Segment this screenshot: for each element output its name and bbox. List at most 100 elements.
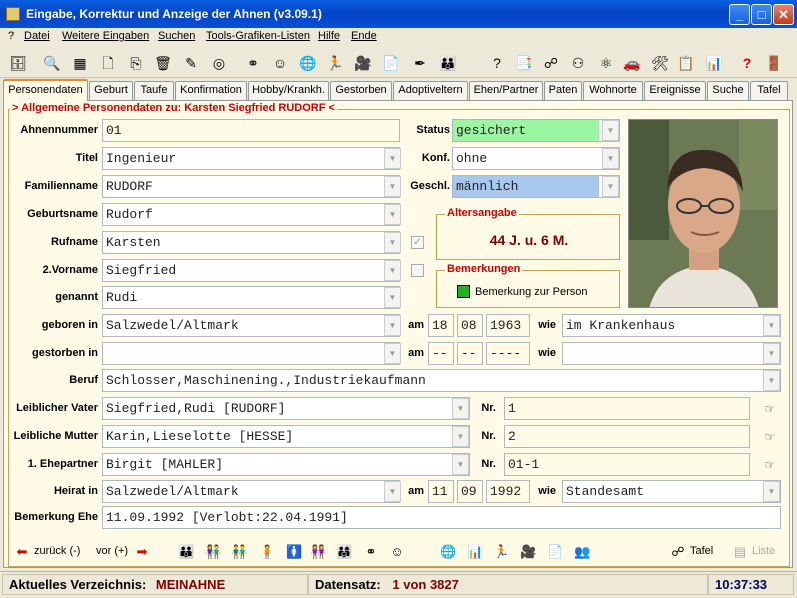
heirat-ort-field[interactable]: Salzwedel/Altmark [102,480,400,503]
tab-suche[interactable]: Suche [707,81,749,100]
bemerkung-green-marker[interactable] [457,285,470,298]
menu-help-q[interactable]: ? [8,30,14,42]
gestorben-jahr-field[interactable]: ---- [486,342,530,365]
geschl-dropdown[interactable]: ▼ [602,176,619,197]
geboren-ort-field[interactable]: Salzwedel/Altmark [102,314,400,337]
vater-nr-field[interactable]: 1 [504,397,750,420]
vorname2-dropdown[interactable]: ▼ [384,260,401,281]
konf-dropdown[interactable]: ▼ [602,148,619,169]
tab-hobby[interactable]: Hobby/Krankh. [248,81,329,100]
heirat-wie-dropdown[interactable]: ▼ [763,481,780,502]
runner-icon[interactable]: 🏃 [325,53,345,73]
couple-icon[interactable]: 👫 [205,544,221,560]
ahnennummer-field[interactable]: 01 [102,119,400,142]
help-icon[interactable]: ? [737,53,757,73]
geboren-monat-field[interactable]: 08 [457,314,483,337]
disc-icon[interactable]: ◎ [209,53,229,73]
titel-field[interactable]: Ingenieur [102,147,400,170]
konf-field[interactable]: ohne [452,147,620,170]
tafel-tree-icon[interactable]: ☍ [670,544,686,560]
vater-goto-icon[interactable]: ☞ [761,402,779,416]
vater-field[interactable]: Siegfried,Rudi [RUDORF] [102,397,470,420]
genannt-field[interactable]: Rudi [102,286,400,309]
gestorben-monat-field[interactable]: -- [457,342,483,365]
bemerkung-zur-person[interactable]: Bemerkung zur Person [475,286,588,298]
beruf-field[interactable]: Schlosser,Maschinening.,Industriekaufman… [102,369,781,392]
geboren-tag-field[interactable]: 18 [428,314,454,337]
genannt-dropdown[interactable]: ▼ [384,287,401,308]
rufname-checkbox[interactable]: ✓ [411,236,424,249]
globe2-icon[interactable]: 🌐 [440,544,456,560]
help-search-icon[interactable]: ? [487,53,507,73]
gestorben-ort-dropdown[interactable]: ▼ [384,343,401,364]
report-icon[interactable]: 📋 [676,53,696,73]
forward-arrow-icon[interactable]: ➡ [134,544,150,560]
car-icon[interactable]: 🚗 [622,53,642,73]
person-icon[interactable]: 🧍 [259,544,275,560]
parents-icon[interactable]: 👪 [178,544,194,560]
camera-icon[interactable]: 🎥 [353,53,373,73]
status-field[interactable]: gesichert [452,119,620,142]
bemerkung-ehe-field[interactable]: 11.09.1992 [Verlobt:22.04.1991] [102,506,781,529]
network-icon[interactable]: ⚛ [596,53,616,73]
globe-icon[interactable]: 🌐 [298,53,318,73]
vater-dropdown[interactable]: ▼ [452,398,469,419]
trash-icon[interactable]: 🗑 [153,53,173,73]
heirat-wie-field[interactable]: Standesamt [562,480,781,503]
mutter-nr-field[interactable]: 2 [504,425,750,448]
document-icon[interactable]: 📄 [381,53,401,73]
rings2-icon[interactable]: ⚭ [363,544,379,560]
heirat-ort-dropdown[interactable]: ▼ [384,481,401,502]
back-button[interactable]: zurück (-) [34,545,80,557]
familienname-field[interactable]: RUDORF [102,175,400,198]
menu-hilfe[interactable]: Hilfe [318,30,340,42]
camera2-icon[interactable]: 🎥 [520,544,536,560]
geburtsname-dropdown[interactable]: ▼ [384,204,401,225]
ehepartner-field[interactable]: Birgit [MAHLER] [102,453,470,476]
exit-door-icon[interactable]: 🚪 [764,53,784,73]
mutter-goto-icon[interactable]: ☞ [761,430,779,444]
runner2-icon[interactable]: 🏃 [493,544,509,560]
maximize-button[interactable]: □ [751,4,772,25]
gestorben-wie-dropdown[interactable]: ▼ [763,343,780,364]
face-icon[interactable]: ☺ [270,53,290,73]
tab-paten[interactable]: Paten [544,81,582,100]
tab-adoptiveltern[interactable]: Adoptiveltern [393,81,468,100]
tab-ehen-partner[interactable]: Ehen/Partner [469,81,543,100]
menu-weitere-eingaben[interactable]: Weitere Eingaben [62,30,149,42]
gestorben-wie-field[interactable] [562,342,781,365]
gestorben-ort-field[interactable] [102,342,400,365]
forward-button[interactable]: vor (+) [96,545,128,557]
men-icon[interactable]: 👬 [231,544,247,560]
tab-ereignisse[interactable]: Ereignisse [644,81,706,100]
heirat-jahr-field[interactable]: 1992 [486,480,530,503]
ehepartner-goto-icon[interactable]: ☞ [761,458,779,472]
ehepartner-nr-field[interactable]: 01-1 [504,453,750,476]
edit-doc-icon[interactable]: ✎ [181,53,201,73]
heirat-tag-field[interactable]: 11 [428,480,454,503]
mutter-dropdown[interactable]: ▼ [452,426,469,447]
tab-gestorben[interactable]: Gestorben [330,81,392,100]
family-icon[interactable]: 👪 [438,53,458,73]
tab-wohnorte[interactable]: Wohnorte [583,81,643,100]
tab-konfirmation[interactable]: Konfirmation [175,81,247,100]
document2-icon[interactable]: 📄 [547,544,563,560]
close-button[interactable]: ✕ [773,4,794,25]
beruf-dropdown[interactable]: ▼ [763,370,780,391]
mutter-field[interactable]: Karin,Lieselotte [HESSE] [102,425,470,448]
woman-icon[interactable]: 🚺 [286,544,302,560]
minimize-button[interactable]: _ [729,4,750,25]
db-icon[interactable]: 🗄 [8,53,28,73]
tab-tafel[interactable]: Tafel [750,81,788,100]
grid-doc-icon[interactable]: ▦ [70,53,90,73]
rufname-dropdown[interactable]: ▼ [384,232,401,253]
copy-doc-icon[interactable]: ⎘ [126,53,146,73]
titel-dropdown[interactable]: ▼ [384,148,401,169]
tab-taufe[interactable]: Taufe [134,81,174,100]
geboren-wie-field[interactable]: im Krankenhaus [562,314,781,337]
vorname2-field[interactable]: Siegfried [102,259,400,282]
branch-icon[interactable]: ⚇ [568,53,588,73]
geschl-field[interactable]: männlich [452,175,620,198]
rufname-field[interactable]: Karsten [102,231,400,254]
menu-ende[interactable]: Ende [351,30,377,42]
